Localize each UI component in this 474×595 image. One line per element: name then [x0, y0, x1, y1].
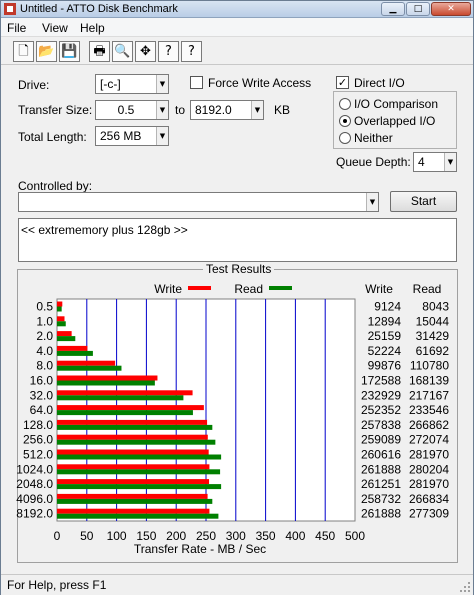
write-value: 232929 — [361, 388, 401, 402]
category-label: 8192.0 — [16, 507, 53, 521]
write-value: 172588 — [361, 374, 401, 388]
write-legend-swatch — [188, 286, 211, 290]
read-bar — [57, 306, 62, 312]
category-label: 64.0 — [30, 403, 54, 417]
write-bar — [57, 508, 210, 514]
x-axis-label: Transfer Rate - MB / Sec — [134, 542, 266, 556]
write-bar — [57, 390, 193, 396]
write-value: 12894 — [368, 314, 402, 328]
results-chart: Write Read Write Read Transfer Rate - MB… — [16, 282, 450, 556]
read-bar — [57, 365, 122, 371]
write-value: 257838 — [361, 418, 401, 432]
read-value: 277309 — [409, 507, 449, 521]
category-label: 2048.0 — [16, 477, 53, 491]
read-value: 272074 — [409, 433, 449, 447]
read-value: 61692 — [416, 344, 450, 358]
write-bar — [57, 375, 158, 381]
x-tick-label: 400 — [285, 529, 305, 543]
write-value: 99876 — [368, 359, 402, 373]
read-value: 266834 — [409, 492, 449, 506]
category-label: 8.0 — [36, 359, 53, 373]
read-bar — [57, 410, 193, 416]
write-value: 259089 — [361, 433, 401, 447]
read-value: 31429 — [416, 329, 450, 343]
write-bar — [57, 301, 63, 307]
x-tick-label: 350 — [256, 529, 276, 543]
category-label: 0.5 — [36, 300, 53, 314]
category-label: 512.0 — [23, 448, 53, 462]
read-bar — [57, 424, 213, 430]
read-bar — [57, 350, 93, 356]
read-bar — [57, 513, 219, 519]
write-value: 261888 — [361, 507, 401, 521]
category-label: 4.0 — [36, 344, 53, 358]
write-value: 9124 — [374, 300, 401, 314]
write-bar — [57, 419, 208, 425]
category-label: 128.0 — [23, 418, 53, 432]
write-bar — [57, 479, 210, 485]
category-label: 16.0 — [30, 374, 54, 388]
write-bar — [57, 331, 72, 337]
x-tick-label: 150 — [136, 529, 156, 543]
category-label: 2.0 — [36, 329, 53, 343]
write-bar — [57, 464, 210, 470]
category-label: 1.0 — [36, 314, 53, 328]
x-tick-label: 500 — [345, 529, 365, 543]
read-bar — [57, 321, 66, 327]
read-bar — [57, 469, 221, 475]
status-bar: For Help, press F1 — [1, 574, 473, 595]
category-label: 1024.0 — [16, 462, 53, 476]
write-legend-label: Write — [154, 282, 182, 296]
write-bar — [57, 345, 88, 351]
x-tick-label: 0 — [54, 529, 61, 543]
read-value: 281970 — [409, 448, 449, 462]
write-bar — [57, 360, 116, 366]
write-column-header: Write — [365, 282, 393, 296]
read-value: 266862 — [409, 418, 449, 432]
x-tick-label: 200 — [166, 529, 186, 543]
x-tick-label: 450 — [315, 529, 335, 543]
write-value: 261251 — [361, 477, 401, 491]
status-text: For Help, press F1 — [7, 578, 107, 592]
read-bar — [57, 336, 76, 342]
category-label: 32.0 — [30, 388, 54, 402]
read-column-header: Read — [413, 282, 442, 296]
write-value: 260616 — [361, 448, 401, 462]
read-legend-label: Read — [234, 282, 263, 296]
write-bar — [57, 316, 65, 322]
write-bar — [57, 449, 209, 455]
resize-gripper-icon[interactable] — [459, 581, 471, 593]
read-value: 15044 — [416, 314, 450, 328]
read-bar — [57, 484, 222, 490]
read-bar — [57, 395, 184, 401]
write-bar — [57, 405, 204, 411]
write-value: 261888 — [361, 462, 401, 476]
read-value: 168139 — [409, 374, 449, 388]
app-window: Untitled - ATTO Disk Benchmark ▁ □ ✕ Fil… — [0, 0, 474, 595]
read-bar — [57, 380, 155, 386]
read-value: 281970 — [409, 477, 449, 491]
read-value: 8043 — [422, 300, 449, 314]
read-value: 280204 — [409, 462, 449, 476]
write-value: 25159 — [368, 329, 402, 343]
read-bar — [57, 439, 216, 445]
read-legend-swatch — [269, 286, 292, 290]
read-value: 233546 — [409, 403, 449, 417]
x-tick-label: 50 — [80, 529, 94, 543]
category-label: 256.0 — [23, 433, 53, 447]
write-value: 52224 — [368, 344, 402, 358]
read-value: 110780 — [410, 359, 449, 373]
read-value: 217167 — [409, 388, 449, 402]
write-value: 258732 — [361, 492, 401, 506]
category-label: 4096.0 — [16, 492, 53, 506]
x-tick-label: 250 — [196, 529, 216, 543]
x-tick-label: 300 — [226, 529, 246, 543]
read-bar — [57, 454, 222, 460]
write-value: 252352 — [361, 403, 401, 417]
write-bar — [57, 434, 208, 440]
write-bar — [57, 493, 208, 499]
x-tick-label: 100 — [107, 529, 127, 543]
read-bar — [57, 498, 213, 504]
